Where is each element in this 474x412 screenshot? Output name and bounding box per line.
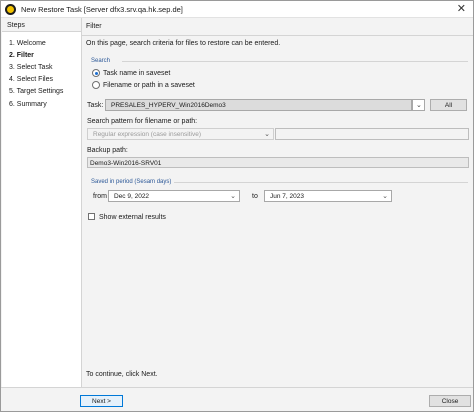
period-group-divider [174,182,468,183]
filter-page: Filter On this page, search criteria for… [82,18,473,387]
task-label: Task: [87,102,104,109]
from-date-value: Dec 9, 2022 [114,193,150,200]
steps-panel: Steps 1. Welcome 2. Filter 3. Select Tas… [2,18,82,387]
task-select[interactable]: PRESALES_HYPERV_Win2016Demo3 [105,99,412,111]
task-dropdown-button[interactable]: ⌄ [412,99,425,111]
task-name-radio-label[interactable]: Task name in saveset [103,70,170,77]
app-icon [5,4,16,15]
window-title: New Restore Task [Server dfx3.srv.qa.hk.… [21,5,183,14]
footer-hint: To continue, click Next. [86,371,158,378]
pattern-mode-select: Regular expression (case insensitive) ⌄ [87,128,274,140]
footer-divider [1,387,473,388]
from-label: from [93,193,107,200]
step-select-task: 3. Select Task [9,64,53,71]
show-external-checkbox[interactable] [88,213,95,220]
show-external-label[interactable]: Show external results [99,214,166,221]
to-date-select[interactable]: Jun 7, 2023 ⌄ [264,190,392,202]
backup-path-label: Backup path: [87,147,128,154]
restore-task-window: New Restore Task [Server dfx3.srv.qa.hk.… [0,0,474,412]
chevron-down-icon: ⌄ [264,131,270,138]
steps-header: Steps [2,18,81,32]
pattern-mode-value: Regular expression (case insensitive) [93,131,202,138]
backup-path-field: Demo3-Win2016-SRV01 [87,157,469,168]
step-filter: 2. Filter [9,52,34,59]
step-select-files: 4. Select Files [9,76,53,83]
close-button[interactable]: Close [429,395,471,407]
pattern-label: Search pattern for filename or path: [87,118,198,125]
page-title: Filter [82,18,473,36]
to-label: to [252,193,258,200]
search-group-divider [122,61,468,62]
chevron-down-icon: ⌄ [416,102,422,109]
next-button[interactable]: Next > [80,395,123,407]
search-group-title: Search [91,58,111,64]
title-bar: New Restore Task [Server dfx3.srv.qa.hk.… [1,1,473,18]
period-group-title: Saved in period (Sesam days) [91,179,172,185]
to-date-value: Jun 7, 2023 [270,193,304,200]
step-welcome: 1. Welcome [9,40,46,47]
close-icon[interactable]: ✕ [457,2,466,15]
all-button[interactable]: All [430,99,467,111]
chevron-down-icon: ⌄ [382,193,388,200]
step-target-settings: 5. Target Settings [9,88,64,95]
chevron-down-icon: ⌄ [230,193,236,200]
filename-path-radio[interactable] [92,81,100,89]
step-summary: 6. Summary [9,101,47,108]
filename-path-radio-label[interactable]: Filename or path in a saveset [103,82,195,89]
task-name-radio[interactable] [92,69,100,77]
page-description: On this page, search criteria for files … [86,40,281,47]
pattern-input [275,128,469,140]
from-date-select[interactable]: Dec 9, 2022 ⌄ [108,190,240,202]
